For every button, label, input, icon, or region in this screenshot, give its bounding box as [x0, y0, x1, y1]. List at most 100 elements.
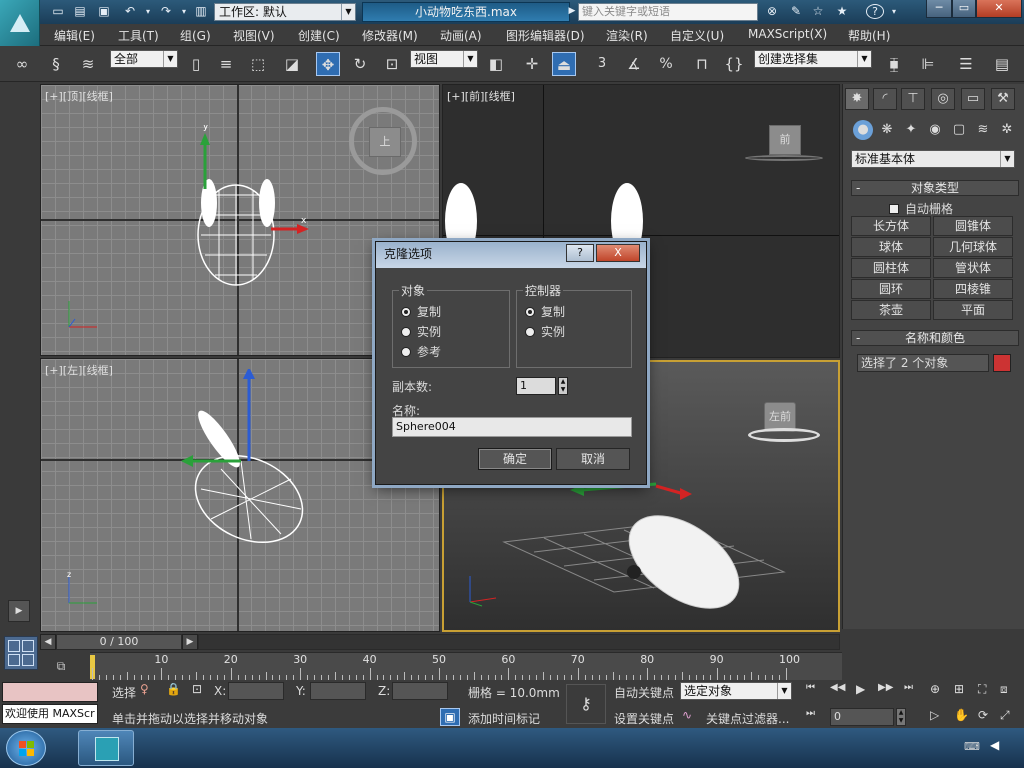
pivot-center-icon[interactable]: ◧ [484, 52, 508, 76]
menu-group[interactable]: 组(G) [180, 27, 211, 44]
select-by-name-icon[interactable]: ≡ [214, 52, 238, 76]
menu-tools[interactable]: 工具(T) [118, 27, 159, 44]
zoom-extents-all-icon[interactable]: ⧈ [1000, 682, 1020, 700]
edit-named-selection-icon[interactable]: {} [722, 52, 746, 76]
auto-key-button[interactable]: 自动关键点 [614, 684, 674, 701]
select-and-scale-icon[interactable]: ⊡ [380, 52, 404, 76]
goto-end-icon[interactable]: ⏭ [904, 682, 924, 700]
lock-icon[interactable]: 🔒 [166, 682, 182, 700]
radio-object-copy[interactable]: 复制 [401, 303, 441, 320]
taskbar-3dsmax-button[interactable] [78, 730, 134, 766]
expand-arrow-icon[interactable]: ▶ [8, 600, 30, 622]
goto-start-icon[interactable]: ⏮ [806, 682, 826, 700]
zoom-all-icon[interactable]: ⊞ [954, 682, 974, 700]
start-button[interactable] [6, 730, 46, 766]
window-crossing-icon[interactable]: ◪ [280, 52, 304, 76]
cancel-button[interactable]: 取消 [556, 448, 630, 470]
angle-snap-icon[interactable]: ∡ [622, 52, 646, 76]
keyboard-icon[interactable]: ⌨ [964, 740, 982, 754]
geosphere-button[interactable]: 几何球体 [933, 237, 1013, 257]
workspace-dropdown[interactable]: 工作区: 默认 ▼ [214, 3, 356, 21]
systems-category-icon[interactable]: ✲ [997, 120, 1017, 140]
frame-spinner[interactable]: ▲ ▼ [896, 708, 906, 726]
isolate-icon[interactable]: ♀ [140, 682, 156, 700]
reference-coordinate-dropdown[interactable]: 视图 ▼ [410, 50, 478, 68]
modify-tab-icon[interactable]: ◜ [873, 88, 897, 110]
cameras-category-icon[interactable]: ◉ [925, 120, 945, 140]
motion-tab-icon[interactable]: ◎ [931, 88, 955, 110]
selection-filter-dropdown[interactable]: 全部 ▼ [110, 50, 178, 68]
dialog-help-button[interactable]: ? [566, 244, 594, 262]
plane-button[interactable]: 平面 [933, 300, 1013, 320]
dialog-close-button[interactable]: X [596, 244, 640, 262]
menu-view[interactable]: 视图(V) [233, 27, 275, 44]
communication-icon[interactable]: ✎ [788, 4, 804, 19]
lights-category-icon[interactable]: ✦ [901, 120, 921, 140]
unlink-icon[interactable]: § [44, 52, 68, 76]
cone-button[interactable]: 圆锥体 [933, 216, 1013, 236]
select-and-rotate-icon[interactable]: ↻ [348, 52, 372, 76]
rect-selection-icon[interactable]: ⬚ [246, 52, 270, 76]
prev-key-icon[interactable]: ◀◀ [830, 682, 850, 700]
radio-controller-copy[interactable]: 复制 [525, 303, 565, 320]
menu-animation[interactable]: 动画(A) [440, 27, 482, 44]
next-key-icon[interactable]: ▶▶ [878, 682, 898, 700]
y-coordinate-field[interactable] [310, 682, 366, 700]
percent-snap-icon[interactable]: % [654, 52, 678, 76]
add-time-tag-button[interactable]: 添加时间标记 [468, 710, 540, 727]
x-coordinate-field[interactable] [228, 682, 284, 700]
zoom-extents-icon[interactable]: ⛶ [978, 682, 998, 700]
select-manipulate-icon[interactable]: ✛ [520, 52, 544, 76]
mirror-icon[interactable]: ⧯ [882, 52, 906, 76]
box-button[interactable]: 长方体 [851, 216, 931, 236]
close-button[interactable]: ✕ [976, 0, 1022, 18]
named-selection-set-dropdown[interactable]: 创建选择集 ▼ [754, 50, 872, 68]
menu-help[interactable]: 帮助(H) [848, 27, 890, 44]
select-object-icon[interactable]: ▯ [184, 52, 208, 76]
current-frame-field[interactable]: 0 [830, 708, 894, 726]
maxscript-listener[interactable]: 欢迎使用 MAXScr [2, 704, 98, 724]
pyramid-button[interactable]: 四棱锥 [933, 279, 1013, 299]
menu-modifiers[interactable]: 修改器(M) [362, 27, 418, 44]
save-file-icon[interactable]: ▣ [96, 4, 112, 19]
radio-controller-instance[interactable]: 实例 [525, 323, 565, 340]
viewport-layout-icon[interactable] [4, 636, 38, 670]
time-tag-icon[interactable]: ▣ [440, 708, 460, 726]
tube-button[interactable]: 管状体 [933, 258, 1013, 278]
star-icon[interactable]: ★ [834, 4, 850, 19]
teapot-button[interactable]: 茶壶 [851, 300, 931, 320]
select-and-move-icon[interactable]: ✥ [316, 52, 340, 76]
next-frame-icon[interactable]: ▶ [182, 634, 198, 650]
trackbar[interactable]: 10 20 30 40 50 60 70 80 90 100 [90, 652, 842, 680]
binoculars-icon[interactable]: ⊗ [764, 4, 780, 19]
new-file-icon[interactable]: ▭ [50, 4, 66, 19]
radio-object-reference[interactable]: 参考 [401, 343, 441, 360]
object-type-rollout-header[interactable]: - 对象类型 [851, 180, 1019, 196]
spinner-snap-icon[interactable]: ⊓ [690, 52, 714, 76]
menu-edit[interactable]: 编辑(E) [54, 27, 95, 44]
time-slider-thumb[interactable]: 0 / 100 [56, 634, 182, 650]
menu-create[interactable]: 创建(C) [298, 27, 340, 44]
graphite-tools-icon[interactable]: ▤ [990, 52, 1014, 76]
maxscript-listener-pink[interactable] [2, 682, 98, 702]
name-input[interactable]: Sphere004 [392, 417, 632, 437]
project-folder-icon[interactable]: ▥ [193, 4, 209, 19]
snap-toggle-icon[interactable]: 3 [590, 52, 614, 76]
selected-objects-dropdown[interactable]: 选定对象 ▼ [680, 682, 792, 700]
display-tab-icon[interactable]: ▭ [961, 88, 985, 110]
favorites-icon[interactable]: ☆ [810, 4, 826, 19]
radio-object-instance[interactable]: 实例 [401, 323, 441, 340]
keyboard-shortcut-override-icon[interactable]: ⏏ [552, 52, 576, 76]
create-tab-icon[interactable]: ✸ [845, 88, 869, 110]
menu-graph-editors[interactable]: 图形编辑器(D) [506, 27, 585, 44]
menu-rendering[interactable]: 渲染(R) [606, 27, 648, 44]
open-file-icon[interactable]: ▤ [72, 4, 88, 19]
viewcube[interactable]: 上 [369, 127, 401, 157]
zoom-icon[interactable]: ⊕ [930, 682, 950, 700]
hierarchy-tab-icon[interactable]: ⊤ [901, 88, 925, 110]
maximize-button[interactable]: ▭ [952, 0, 976, 18]
mini-curve-editor-icon[interactable]: ⧉ [48, 656, 74, 676]
time-slider-track[interactable] [198, 634, 840, 650]
autogrid-checkbox[interactable]: 自动栅格 [889, 200, 953, 217]
redo-dropdown-icon[interactable]: ▾ [176, 4, 192, 19]
